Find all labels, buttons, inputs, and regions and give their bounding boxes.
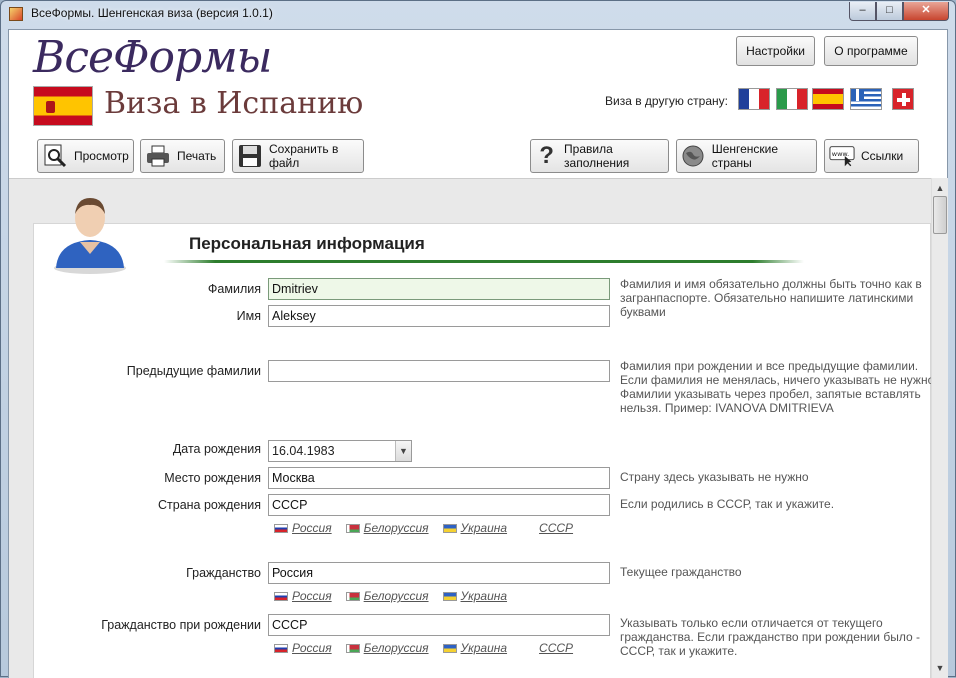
client-area: ВсеФормы Виза в Испанию Настройки О прог… — [8, 29, 948, 678]
section-divider — [164, 260, 804, 263]
birth-citizenship-quick-links: Россия Белоруссия Украина СССР — [274, 641, 587, 655]
birth-country-quick-links: Россия Белоруссия Украина СССР — [274, 521, 587, 535]
russia-flag-icon — [274, 591, 288, 601]
birth-date-label: Дата рождения — [172, 442, 261, 456]
rules-label: Правила заполнения — [564, 142, 630, 170]
vertical-scrollbar[interactable]: ▲ ▼ — [931, 178, 948, 678]
name-hint: Фамилия и имя обязательно должны быть то… — [620, 277, 922, 319]
rules-button[interactable]: ? Правила заполнения — [530, 139, 669, 173]
save-icon — [237, 143, 263, 169]
window-title: ВсеФормы. Шенгенская виза (версия 1.0.1) — [31, 6, 273, 20]
section-title: Персональная информация — [189, 234, 425, 253]
schengen-button[interactable]: Шенгенские страны — [676, 139, 817, 173]
russia-flag-icon — [274, 643, 288, 653]
birth-place-label: Место рождения — [164, 471, 261, 485]
app-window: ВсеФормы. Шенгенская виза (версия 1.0.1)… — [0, 0, 956, 678]
quick-ukraine[interactable]: Украина — [442, 589, 507, 603]
surname-input[interactable] — [268, 278, 610, 300]
links-label: Ссылки — [861, 149, 904, 163]
about-button[interactable]: О программе — [824, 36, 918, 66]
app-icon — [9, 7, 23, 21]
printer-icon — [145, 143, 171, 169]
app-logo: ВсеФормы — [33, 32, 273, 83]
quick-ussr[interactable]: СССР — [539, 521, 573, 535]
prev-surnames-hint: Фамилия при рождении и все предыдущие фа… — [620, 359, 931, 415]
citizenship-input[interactable] — [268, 562, 610, 584]
quick-belarus[interactable]: Белоруссия — [345, 589, 429, 603]
name-input[interactable] — [268, 305, 610, 327]
belarus-flag-icon — [345, 591, 360, 601]
birth-date-picker[interactable]: 16.04.1983 ▼ — [268, 440, 412, 462]
chevron-down-icon[interactable]: ▼ — [395, 441, 411, 461]
quick-ukraine[interactable]: Украина — [442, 641, 507, 655]
birth-place-input[interactable] — [268, 467, 610, 489]
minimize-button[interactable]: – — [849, 2, 876, 21]
quick-russia[interactable]: Россия — [274, 641, 332, 655]
title-bar: ВсеФормы. Шенгенская виза (версия 1.0.1)… — [1, 1, 955, 27]
switzerland-flag[interactable] — [892, 88, 914, 110]
quick-ukraine[interactable]: Украина — [442, 521, 507, 535]
print-label: Печать — [177, 149, 217, 163]
citizenship-hint: Текущее гражданство — [620, 565, 742, 579]
quick-belarus[interactable]: Белоруссия — [345, 641, 429, 655]
spain-flag-large — [33, 86, 93, 126]
save-button[interactable]: Сохранить в файл — [232, 139, 364, 173]
france-flag[interactable] — [738, 88, 770, 110]
close-button[interactable]: ✕ — [903, 2, 949, 21]
maximize-button[interactable]: □ — [876, 2, 903, 21]
prev-surnames-label: Предыдущие фамилии — [126, 364, 261, 378]
ukraine-flag-icon — [442, 643, 457, 653]
schengen-label: Шенгенские страны — [711, 142, 779, 170]
person-avatar-icon — [50, 190, 130, 274]
print-button[interactable]: Печать — [140, 139, 225, 173]
greece-flag[interactable] — [850, 88, 882, 110]
citizenship-label: Гражданство — [186, 566, 261, 580]
scroll-up-icon[interactable]: ▲ — [932, 180, 948, 196]
name-label: Имя — [236, 309, 261, 323]
belarus-flag-icon — [345, 643, 360, 653]
preview-icon — [42, 143, 68, 169]
birth-country-label: Страна рождения — [157, 498, 261, 512]
preview-label: Просмотр — [74, 149, 129, 163]
quick-ussr[interactable]: СССР — [539, 641, 573, 655]
ukraine-flag-icon — [442, 591, 457, 601]
russia-flag-icon — [274, 523, 288, 533]
other-country-label: Виза в другую страну: — [605, 94, 728, 108]
settings-button[interactable]: Настройки — [736, 36, 815, 66]
belarus-flag-icon — [345, 523, 360, 533]
birth-date-value: 16.04.1983 — [272, 444, 335, 458]
question-icon: ? — [539, 142, 554, 169]
birth-citizenship-hint: Указывать только если отличается от теку… — [620, 616, 920, 658]
birth-country-input[interactable] — [268, 494, 610, 516]
svg-text:www.: www. — [832, 150, 849, 158]
form-scroll-area: Персональная информация Фамилия Имя Фами… — [9, 178, 931, 678]
www-link-icon: www. — [829, 143, 855, 169]
birth-country-hint: Если родились в СССР, так и укажите. — [620, 497, 835, 511]
links-button[interactable]: www. Ссылки — [824, 139, 919, 173]
globe-icon — [681, 143, 706, 169]
birth-citizenship-input[interactable] — [268, 614, 610, 636]
ukraine-flag-icon — [442, 523, 457, 533]
save-label: Сохранить в файл — [269, 142, 339, 170]
italy-flag[interactable] — [776, 88, 808, 110]
preview-button[interactable]: Просмотр — [37, 139, 134, 173]
scroll-thumb[interactable] — [933, 196, 947, 234]
personal-info-panel: Персональная информация Фамилия Имя Фами… — [33, 198, 931, 678]
quick-russia[interactable]: Россия — [274, 589, 332, 603]
surname-label: Фамилия — [207, 282, 261, 296]
quick-russia[interactable]: Россия — [274, 521, 332, 535]
prev-surnames-input[interactable] — [268, 360, 610, 382]
visa-title: Виза в Испанию — [104, 86, 364, 121]
quick-belarus[interactable]: Белоруссия — [345, 521, 429, 535]
spain-flag[interactable] — [812, 88, 844, 110]
birth-citizenship-label: Гражданство при рождении — [101, 618, 261, 632]
birth-place-hint: Страну здесь указывать не нужно — [620, 470, 809, 484]
scroll-down-icon[interactable]: ▼ — [932, 660, 948, 676]
citizenship-quick-links: Россия Белоруссия Украина — [274, 589, 521, 603]
